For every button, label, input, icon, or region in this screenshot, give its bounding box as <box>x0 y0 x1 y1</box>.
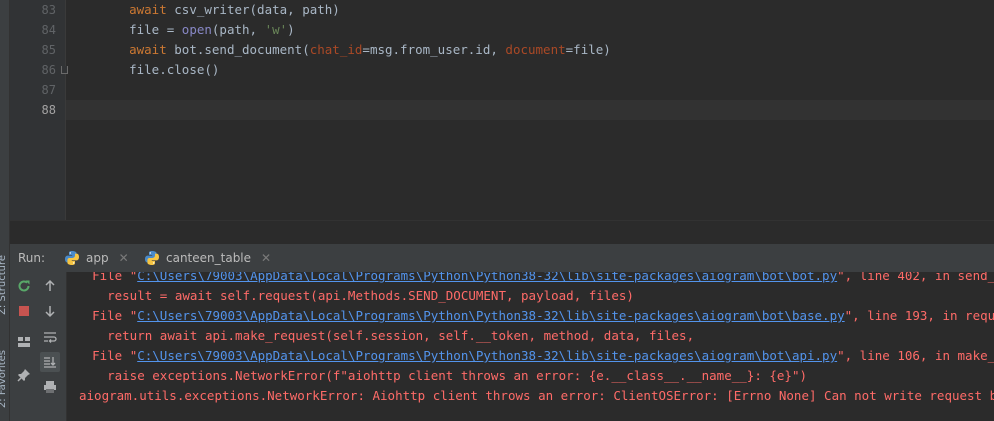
code-line: file = open(path, 'w') <box>99 20 295 40</box>
python-icon <box>145 251 159 265</box>
run-panel-header: Run: app ✕ canteen_table ✕ <box>10 243 994 273</box>
arrow-down-icon <box>45 306 55 318</box>
soft-wrap-button[interactable] <box>40 327 60 347</box>
code-line: await csv_writer(data, path) <box>99 0 340 20</box>
file-path-link[interactable]: C:\Users\79003\AppData\Local\Programs\Py… <box>137 348 837 363</box>
text-token: document <box>505 42 566 57</box>
text-token: =file) <box>565 42 611 57</box>
stop-button[interactable] <box>14 301 34 321</box>
text-token: (path, <box>211 22 265 37</box>
line-number: 87 <box>41 83 56 97</box>
text-token: ", line 193, in request <box>844 308 994 323</box>
line-number: 84 <box>41 23 56 37</box>
left-tool-strip: Z: Structure 2: Favorites <box>0 0 10 421</box>
text-token: csv_writer(data, path) <box>174 2 340 17</box>
rerun-icon <box>18 280 30 292</box>
fold-end-icon[interactable] <box>61 66 68 74</box>
line-number-gutter: 83 84 85 86 87 88 <box>10 0 68 220</box>
run-tab-label: app <box>86 251 109 265</box>
run-toolbar <box>10 272 67 421</box>
line-number: 86 <box>41 63 56 77</box>
pin-tab-button[interactable] <box>14 365 34 385</box>
line-number: 85 <box>41 43 56 57</box>
close-icon[interactable]: ✕ <box>261 251 271 265</box>
file-path-link[interactable]: C:\Users\79003\AppData\Local\Programs\Py… <box>137 308 844 323</box>
run-panel-label: Run: <box>18 251 46 265</box>
run-console-output[interactable]: File "C:\Users\79003\AppData\Local\Progr… <box>67 272 994 421</box>
scroll-down-button[interactable] <box>40 301 60 321</box>
code-editor[interactable]: 83 84 85 86 87 88 await csv_writer(data,… <box>10 0 994 220</box>
editor-bottom-area <box>10 220 994 243</box>
code-line: await bot.send_document(chat_id=msg.from… <box>99 40 611 60</box>
layout-button[interactable] <box>14 332 34 352</box>
run-tab-label: canteen_table <box>166 251 252 265</box>
text-token: File " <box>92 348 138 363</box>
scroll-up-button[interactable] <box>40 276 60 296</box>
current-line-highlight <box>66 100 994 120</box>
text-token: 'w' <box>264 22 288 37</box>
line-number-current: 88 <box>41 103 56 117</box>
arrow-up-icon <box>45 279 55 291</box>
text-token: =msg.from_user.id, <box>362 42 506 57</box>
stop-icon <box>19 306 29 316</box>
text-token: ) <box>287 22 295 37</box>
console-line: File "C:\Users\79003\AppData\Local\Progr… <box>77 306 994 326</box>
file-path-link[interactable]: C:\Users\79003\AppData\Local\Programs\Py… <box>137 272 837 283</box>
print-icon <box>44 381 56 393</box>
text-token: result = await self.request(api.Methods.… <box>107 288 634 303</box>
text-token: await <box>129 42 175 57</box>
soft-wrap-icon <box>44 332 57 343</box>
text-token: open <box>181 22 212 37</box>
console-line: aiogram.utils.exceptions.NetworkError: A… <box>79 386 994 406</box>
console-line: File "C:\Users\79003\AppData\Local\Progr… <box>77 346 994 366</box>
text-token: await <box>129 2 175 17</box>
scroll-to-end-icon <box>44 357 56 368</box>
text-token: File " <box>92 308 138 323</box>
console-line: result = await self.request(api.Methods.… <box>77 286 634 306</box>
layout-icon <box>18 337 30 347</box>
text-token: ", line 402, in send_document <box>837 272 994 283</box>
text-token: aiogram.utils.exceptions.NetworkError: A… <box>79 388 994 403</box>
text-token: return await api.make_request(self.sessi… <box>107 328 695 343</box>
close-icon[interactable]: ✕ <box>119 251 129 265</box>
console-line: raise exceptions.NetworkError(f"aiohttp … <box>77 366 807 386</box>
text-token: raise exceptions.NetworkError(f"aiohttp … <box>107 368 807 383</box>
console-line: File "C:\Users\79003\AppData\Local\Progr… <box>77 272 994 286</box>
pin-icon <box>17 369 30 382</box>
text-token: bot.send_document( <box>174 42 310 57</box>
run-tab-canteen-table[interactable]: canteen_table ✕ <box>138 244 277 272</box>
text-token: file.close() <box>129 62 220 77</box>
text-token: File " <box>92 272 138 283</box>
console-line: return await api.make_request(self.sessi… <box>77 326 694 346</box>
line-number: 83 <box>41 3 56 17</box>
text-token: ", line 106, in make_request <box>837 348 994 363</box>
scroll-to-end-button[interactable] <box>40 352 60 372</box>
print-button[interactable] <box>40 377 60 397</box>
text-token: chat_id <box>309 42 363 57</box>
python-icon <box>65 251 79 265</box>
structure-tool-label[interactable]: Z: Structure <box>0 255 8 315</box>
text-token: file = <box>129 22 182 37</box>
favorites-tool-label[interactable]: 2: Favorites <box>0 350 8 408</box>
code-line: file.close() <box>99 60 219 80</box>
run-tab-app[interactable]: app ✕ <box>58 244 135 272</box>
rerun-button[interactable] <box>14 276 34 296</box>
